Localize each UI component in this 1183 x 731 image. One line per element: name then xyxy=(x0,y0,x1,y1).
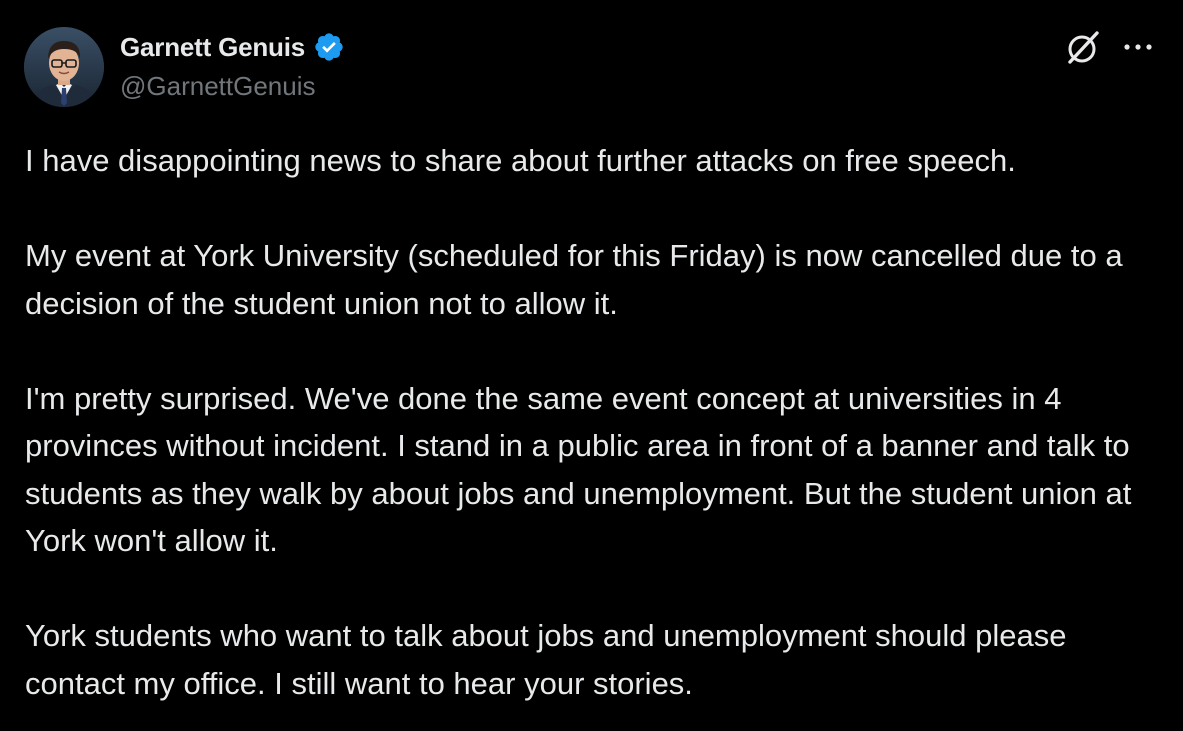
author-handle[interactable]: @GarnettGenuis xyxy=(120,71,315,102)
tweet-paragraph-2: My event at York University (scheduled f… xyxy=(25,238,1123,321)
verified-badge-icon[interactable] xyxy=(313,31,345,63)
profile-photo-icon xyxy=(24,27,104,107)
grok-icon[interactable] xyxy=(1064,29,1102,67)
author-display-name[interactable]: Garnett Genuis xyxy=(120,32,305,63)
tweet-card: Garnett Genuis @GarnettGenuis I have dis… xyxy=(0,0,1183,731)
tweet-paragraph-4: York students who want to talk about job… xyxy=(25,618,1067,701)
more-dots-icon[interactable] xyxy=(1122,37,1154,57)
author-name-row: Garnett Genuis xyxy=(120,30,345,64)
avatar[interactable] xyxy=(24,27,104,107)
tweet-paragraph-3: I'm pretty surprised. We've done the sam… xyxy=(25,380,1132,559)
tweet-paragraph-1: I have disappointing news to share about… xyxy=(25,143,1016,178)
tweet-text: I have disappointing news to share about… xyxy=(25,137,1165,707)
